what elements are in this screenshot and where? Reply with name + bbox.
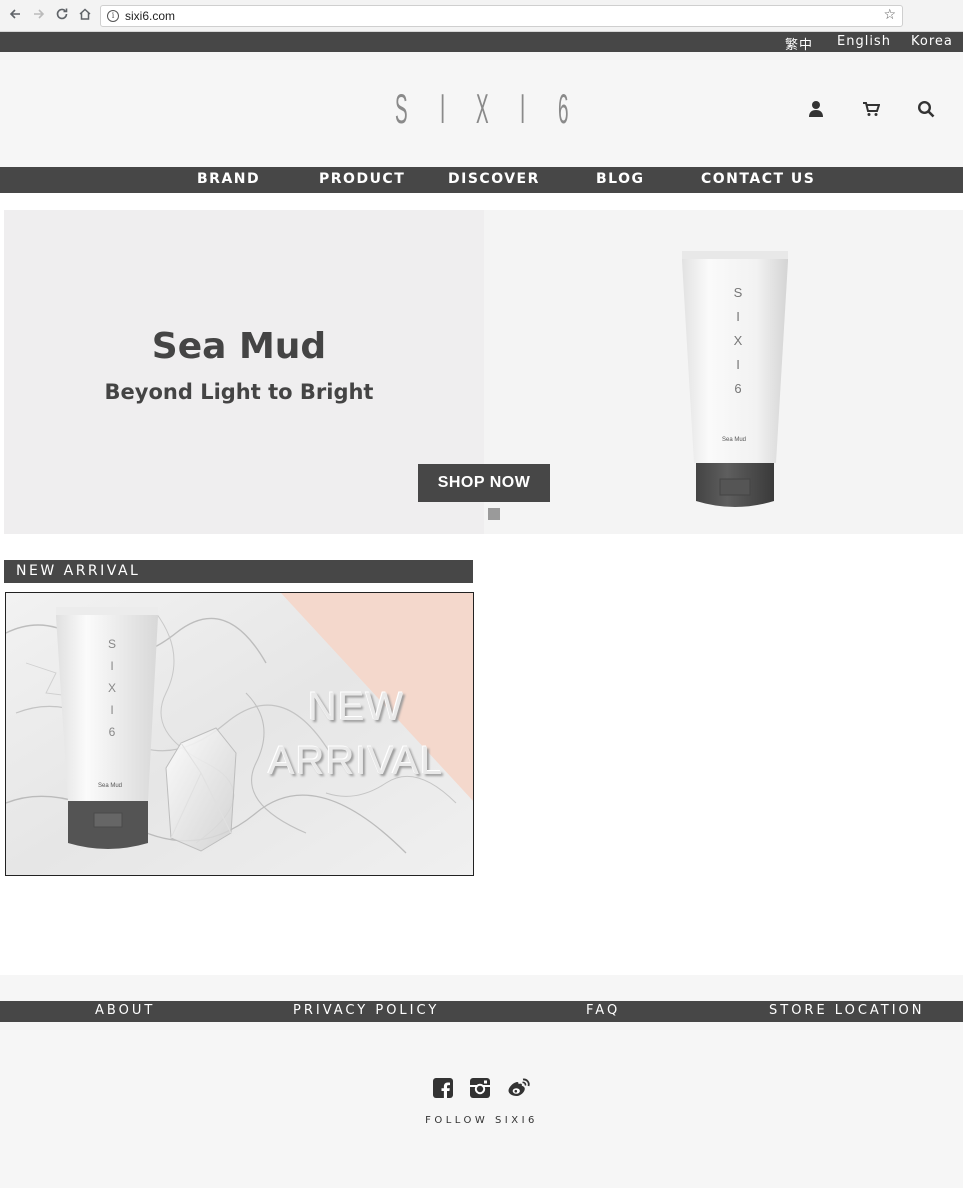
card-tube-brand-text: SIXI6	[107, 637, 116, 739]
star-icon[interactable]: ☆	[883, 7, 896, 23]
footer-privacy-policy[interactable]: PRIVACY POLICY	[293, 1003, 439, 1018]
cart-icon[interactable]	[862, 100, 881, 118]
nav-blog[interactable]: BLOG	[596, 171, 645, 187]
nav-brand[interactable]: BRAND	[197, 171, 260, 187]
url-text[interactable]: sixi6.com	[125, 9, 175, 23]
hero-banner: Sea Mud Beyond Light to Bright S I X I 6…	[4, 210, 963, 534]
hero-text-panel: Sea Mud Beyond Light to Bright	[4, 210, 484, 534]
tube-brand-text: SIXI6	[733, 285, 743, 396]
instagram-icon[interactable]	[469, 1077, 491, 1099]
language-traditional-chinese[interactable]: 繁中	[785, 34, 813, 53]
nav-product[interactable]: PRODUCT	[319, 171, 405, 187]
tube-product-name: Sea Mud	[722, 437, 747, 443]
hero-title: Sea Mud	[151, 326, 327, 367]
logo-letter: S	[395, 85, 408, 132]
nav-contact-us[interactable]: CONTACT US	[701, 171, 815, 187]
user-icon[interactable]	[808, 100, 826, 118]
browser-toolbar: i sixi6.com ☆	[0, 0, 963, 32]
card-tube-product-name: Sea Mud	[98, 783, 123, 789]
follow-text: FOLLOW SIXI6	[425, 1115, 538, 1126]
logo-letter: I	[440, 85, 446, 132]
back-icon[interactable]	[6, 7, 24, 25]
new-text: NEW	[308, 685, 405, 729]
reload-icon[interactable]	[53, 7, 71, 25]
language-korea[interactable]: Korea	[911, 34, 953, 49]
product-tube-image: SIXI6 Sea Mud	[680, 251, 790, 509]
nav-discover[interactable]: DISCOVER	[448, 171, 540, 187]
footer-faq[interactable]: FAQ	[586, 1003, 620, 1018]
hero-subtitle: Beyond Light to Bright	[104, 380, 374, 404]
new-arrival-image[interactable]: SIXI6 Sea Mud NEW ARRIVAL	[5, 592, 474, 876]
forward-icon[interactable]	[30, 7, 48, 25]
address-bar[interactable]: i sixi6.com ☆	[100, 5, 903, 27]
language-bar: 繁中 English Korea	[0, 32, 963, 53]
logo-letter: I	[520, 85, 526, 132]
language-english[interactable]: English	[837, 34, 891, 49]
main-navigation: BRAND PRODUCT DISCOVER BLOG CONTACT US	[0, 167, 963, 193]
footer-store-location[interactable]: STORE LOCATION	[769, 1003, 925, 1018]
shop-now-button[interactable]: SHOP NOW	[418, 464, 550, 502]
search-icon[interactable]	[917, 100, 935, 118]
info-icon[interactable]: i	[107, 10, 119, 22]
arrival-text: ARRIVAL	[268, 739, 444, 783]
facebook-icon[interactable]	[432, 1077, 454, 1099]
new-arrival-label: NEW ARRIVAL	[16, 563, 141, 579]
new-arrival-header: NEW ARRIVAL	[4, 560, 473, 583]
carousel-indicator[interactable]	[488, 508, 500, 520]
weibo-icon[interactable]	[507, 1077, 530, 1099]
footer-about[interactable]: ABOUT	[95, 1003, 155, 1018]
home-icon[interactable]	[76, 7, 94, 25]
logo-letter: 6	[558, 85, 569, 132]
logo-letter: X	[476, 85, 489, 132]
footer-navigation: ABOUT PRIVACY POLICY FAQ STORE LOCATION	[0, 1001, 963, 1022]
